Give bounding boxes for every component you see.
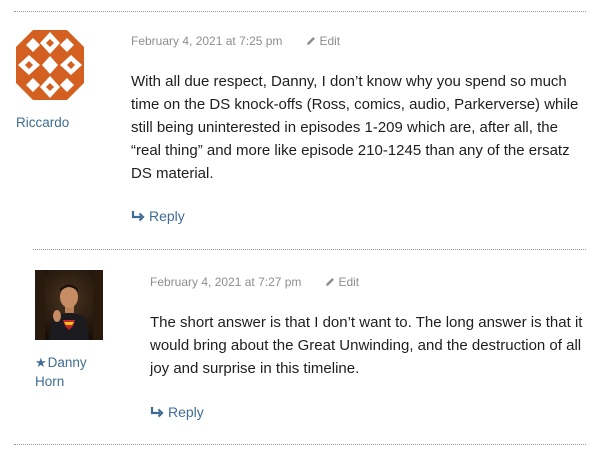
comment-meta: February 4, 2021 at 7:25 pm Edit xyxy=(131,34,340,48)
edit-label: Edit xyxy=(338,275,360,289)
identicon-image xyxy=(16,30,84,100)
pencil-icon xyxy=(307,37,316,45)
edit-link[interactable]: Edit xyxy=(325,275,359,289)
comment-date[interactable]: February 4, 2021 at 7:25 pm xyxy=(131,34,282,48)
comment-author[interactable]: Riccardo xyxy=(16,113,69,132)
avatar-danny-horn[interactable] xyxy=(35,270,103,340)
edit-link[interactable]: Edit xyxy=(306,34,340,48)
edit-label: Edit xyxy=(319,34,341,48)
reply-arrow-icon xyxy=(131,211,145,222)
reply-label: Reply xyxy=(168,404,204,420)
pencil-icon xyxy=(326,278,335,286)
comment-text: With all due respect, Danny, I don’t kno… xyxy=(131,73,579,182)
reply-arrow-icon xyxy=(150,407,164,418)
reply-button[interactable]: Reply xyxy=(131,208,185,224)
avatar-riccardo[interactable] xyxy=(16,30,84,100)
comment-author[interactable]: ★Danny Horn xyxy=(35,353,105,391)
comment-meta: February 4, 2021 at 7:27 pm Edit xyxy=(150,275,359,289)
comment-date[interactable]: February 4, 2021 at 7:27 pm xyxy=(150,275,301,289)
star-icon: ★ xyxy=(35,355,47,370)
reply-label: Reply xyxy=(149,208,185,224)
reply-button[interactable]: Reply xyxy=(150,404,204,420)
comment-text: The short answer is that I don’t want to… xyxy=(150,314,583,377)
middle-separator xyxy=(33,249,586,250)
top-separator xyxy=(14,11,586,12)
photo-image xyxy=(35,270,103,340)
bottom-separator xyxy=(14,444,586,445)
